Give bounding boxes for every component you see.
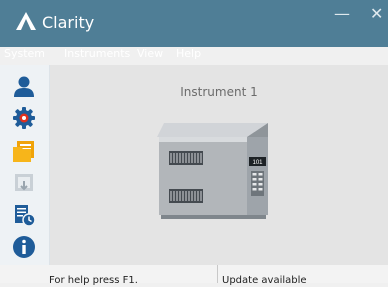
gear-icon	[13, 107, 35, 129]
report-schedule-icon	[15, 205, 36, 227]
status-bar: For help press F1. Update available	[0, 265, 388, 286]
close-button[interactable]: ✕	[370, 6, 383, 22]
import-icon	[15, 174, 33, 191]
instrument-display: 101	[252, 160, 263, 166]
status-help-text: For help press F1.	[49, 275, 138, 286]
instrument-panel: Instrument 1 101	[50, 65, 388, 265]
status-divider	[217, 265, 218, 283]
menu-help[interactable]: Help	[176, 47, 201, 61]
user-icon	[14, 76, 34, 97]
app-title: Clarity	[42, 13, 95, 32]
status-update-text[interactable]: Update available	[222, 275, 307, 287]
settings-button[interactable]	[12, 106, 36, 130]
left-toolbar	[0, 65, 50, 265]
open-button[interactable]	[12, 139, 36, 163]
menu-instruments[interactable]: Instruments	[64, 47, 130, 61]
menu-view[interactable]: View	[137, 47, 163, 61]
menu-bar: System Instruments View Help	[0, 47, 388, 65]
minimize-button[interactable]: —	[334, 6, 350, 22]
user-button[interactable]	[12, 75, 36, 99]
instrument-1-image[interactable]: 101	[113, 123, 303, 221]
about-button[interactable]	[12, 235, 36, 259]
info-icon	[13, 236, 35, 258]
title-bar: Clarity — ✕	[0, 0, 388, 47]
import-button[interactable]	[12, 171, 36, 195]
clarity-logo-icon	[16, 12, 36, 30]
instrument-label[interactable]: Instrument 1	[50, 85, 388, 99]
report-schedule-button[interactable]	[12, 203, 36, 227]
folder-icon	[13, 141, 34, 162]
menu-system[interactable]: System	[4, 47, 45, 61]
